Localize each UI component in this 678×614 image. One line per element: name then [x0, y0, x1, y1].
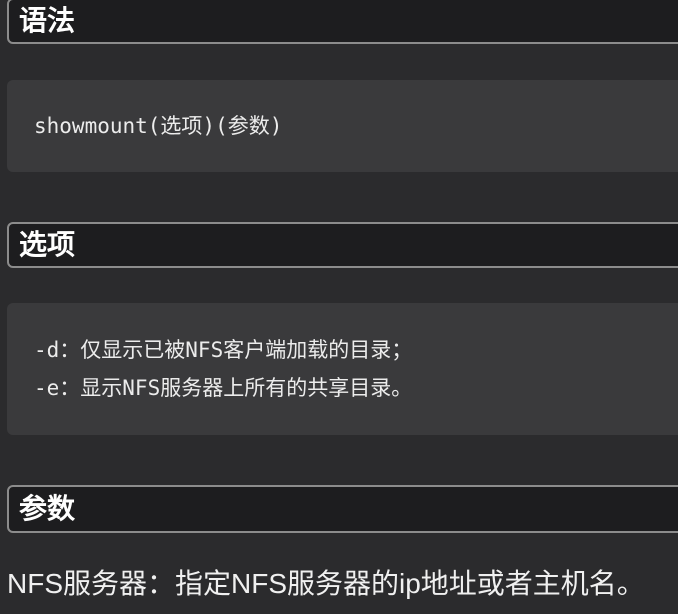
param-description: NFS服务器：指定NFS服务器的ip地址或者主机名。 — [7, 568, 645, 599]
code-line-syntax: showmount(选项)(参数) — [34, 114, 283, 138]
code-block-syntax: showmount(选项)(参数) — [7, 80, 678, 172]
code-line-option-d: -d：仅显示已被NFS客户端加载的目录； — [34, 338, 413, 362]
section-title-params: 参数 — [19, 492, 76, 525]
section-header-params: 参数 — [7, 485, 678, 533]
section-header-options: 选项 — [7, 222, 678, 268]
section-title-syntax: 语法 — [19, 4, 76, 37]
code-block-options: -d：仅显示已被NFS客户端加载的目录； -e：显示NFS服务器上所有的共享目录… — [7, 303, 678, 435]
section-header-syntax: 语法 — [7, 0, 678, 44]
code-line-option-e: -e：显示NFS服务器上所有的共享目录。 — [34, 376, 413, 400]
section-title-options: 选项 — [19, 228, 76, 261]
